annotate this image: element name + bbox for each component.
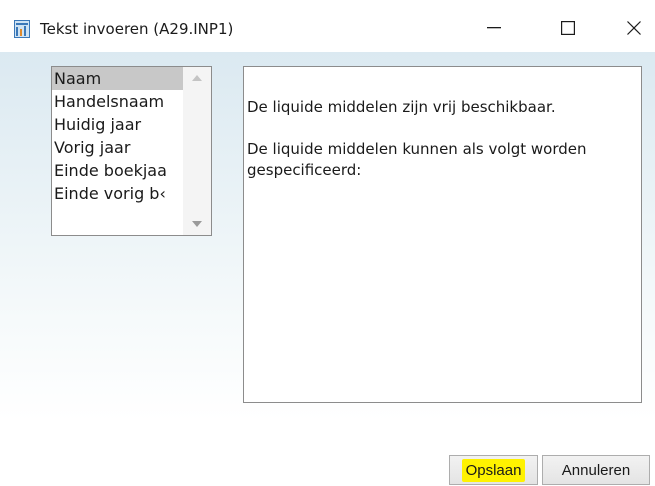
editor-paragraph: De liquide middelen kunnen als volgt wor… bbox=[247, 140, 587, 179]
window-title: Tekst invoeren (A29.INP1) bbox=[40, 20, 234, 38]
list-item-huidig-jaar[interactable]: Huidig jaar bbox=[52, 113, 183, 136]
editor-paragraph: De liquide middelen zijn vrij beschikbaa… bbox=[247, 98, 556, 116]
close-icon bbox=[627, 21, 641, 35]
scroll-up-button[interactable] bbox=[183, 67, 211, 89]
arrow-up-icon bbox=[192, 75, 202, 81]
cancel-button[interactable]: Annuleren bbox=[542, 455, 650, 485]
arrow-down-icon bbox=[192, 221, 202, 227]
text-editor[interactable]: De liquide middelen zijn vrij beschikbaa… bbox=[243, 66, 642, 403]
list-item-einde-vorig-boekjaar[interactable]: Einde vorig b‹ bbox=[52, 182, 183, 205]
list-item-naam[interactable]: Naam bbox=[52, 67, 183, 90]
title-bar: Tekst invoeren (A29.INP1) bbox=[0, 0, 655, 52]
listbox-items: Naam Handelsnaam Huidig jaar Vorig jaar … bbox=[52, 67, 183, 205]
list-item-vorig-jaar[interactable]: Vorig jaar bbox=[52, 136, 183, 159]
list-item-handelsnaam[interactable]: Handelsnaam bbox=[52, 90, 183, 113]
maximize-button[interactable] bbox=[548, 12, 588, 44]
cancel-button-label: Annuleren bbox=[561, 461, 631, 479]
listbox-scrollbar[interactable] bbox=[183, 67, 211, 235]
minimize-button[interactable] bbox=[474, 12, 514, 44]
maximize-icon bbox=[561, 21, 575, 35]
save-button[interactable]: Opslaan bbox=[449, 455, 538, 485]
field-listbox[interactable]: Naam Handelsnaam Huidig jaar Vorig jaar … bbox=[51, 66, 212, 236]
list-item-einde-boekjaar[interactable]: Einde boekjaa bbox=[52, 159, 183, 182]
minimize-icon bbox=[487, 27, 501, 29]
scroll-down-button[interactable] bbox=[183, 213, 211, 235]
close-button[interactable] bbox=[614, 12, 654, 44]
save-button-label: Opslaan bbox=[461, 458, 526, 482]
scroll-track[interactable] bbox=[183, 89, 211, 213]
app-icon bbox=[14, 20, 30, 38]
